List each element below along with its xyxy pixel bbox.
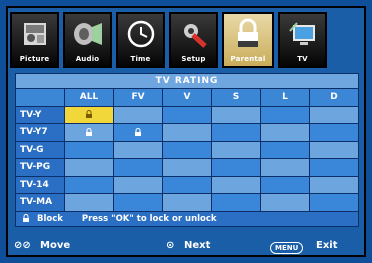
rating-cell[interactable]: [162, 175, 212, 194]
picture-icon: [18, 17, 52, 51]
tab-setup[interactable]: Setup: [169, 12, 218, 68]
tv-icon: [286, 17, 320, 51]
row-label: TV-G: [15, 140, 65, 159]
tab-parental[interactable]: Parental: [222, 12, 274, 68]
rating-cell[interactable]: [113, 193, 163, 212]
tab-label: Audio: [75, 55, 100, 63]
row-label: TV-14: [15, 175, 65, 194]
lock-icon: [86, 110, 92, 119]
rating-cell[interactable]: [309, 123, 359, 142]
legend-block: Block: [36, 213, 63, 224]
rating-cell[interactable]: [64, 175, 114, 194]
rating-cell[interactable]: [260, 193, 310, 212]
column-header: ALL: [64, 88, 114, 107]
rating-cell[interactable]: [64, 105, 114, 124]
rating-cell[interactable]: [309, 175, 359, 194]
rating-cell[interactable]: [113, 123, 163, 142]
setup-icon: [177, 17, 211, 51]
tab-time[interactable]: Time: [116, 12, 165, 68]
rating-cell[interactable]: [211, 175, 261, 194]
header-corner: [15, 88, 65, 107]
ok-key-icon: ⊙: [166, 240, 175, 251]
rating-cell[interactable]: [64, 193, 114, 212]
table-row: TV-PG: [15, 158, 359, 177]
legend-row: Block Press "OK" to lock or unlock: [15, 210, 359, 227]
column-header: FV: [113, 88, 163, 107]
rating-cell[interactable]: [309, 193, 359, 212]
table-row: TV-14: [15, 175, 359, 194]
rating-cell[interactable]: [309, 140, 359, 159]
lock-icon: [231, 17, 265, 51]
rating-cell[interactable]: [309, 158, 359, 177]
column-header: S: [211, 88, 261, 107]
tab-bar: Picture Audio Time Setup Parental TV: [10, 12, 364, 68]
tab-picture[interactable]: Picture: [10, 12, 59, 68]
rating-cell[interactable]: [260, 175, 310, 194]
column-header: D: [309, 88, 359, 107]
rating-cell[interactable]: [113, 158, 163, 177]
tab-label: Parental: [230, 55, 266, 63]
menu-key-icon: MENU: [270, 242, 304, 254]
rating-cell[interactable]: [211, 193, 261, 212]
audio-icon: [71, 17, 105, 51]
rating-cell[interactable]: [162, 193, 212, 212]
rating-cell[interactable]: [260, 123, 310, 142]
tab-label: Setup: [181, 55, 206, 63]
rating-cell[interactable]: [162, 105, 212, 124]
column-header: V: [162, 88, 212, 107]
rating-cell[interactable]: [64, 140, 114, 159]
rating-cell[interactable]: [260, 158, 310, 177]
lock-icon: [135, 127, 141, 136]
rating-cell[interactable]: [162, 123, 212, 142]
nav-exit: Exit: [316, 240, 338, 251]
tab-label: Time: [130, 55, 151, 63]
rating-cell[interactable]: [162, 140, 212, 159]
row-label: TV-Y7: [15, 123, 65, 142]
row-label: TV-MA: [15, 193, 65, 212]
move-arrows-icon: ⊘⊘: [14, 240, 31, 251]
table-row: TV-MA: [15, 193, 359, 212]
rating-cell[interactable]: [260, 140, 310, 159]
rating-cell[interactable]: [211, 140, 261, 159]
rating-cell[interactable]: [211, 123, 261, 142]
rating-cell[interactable]: [309, 105, 359, 124]
rating-cell[interactable]: [113, 140, 163, 159]
table-row: TV-Y: [15, 105, 359, 124]
column-header: L: [260, 88, 310, 107]
rating-cell[interactable]: [162, 158, 212, 177]
rating-cell[interactable]: [211, 105, 261, 124]
tab-label: TV: [297, 55, 308, 63]
lock-icon: [86, 127, 92, 136]
rating-cell[interactable]: [113, 105, 163, 124]
row-label: TV-PG: [15, 158, 65, 177]
table-row: TV-Y7: [15, 123, 359, 142]
rating-cell[interactable]: [113, 175, 163, 194]
nav-move: Move: [40, 240, 71, 251]
tab-label: Picture: [19, 55, 50, 63]
rating-cell[interactable]: [260, 105, 310, 124]
rating-cell[interactable]: [64, 123, 114, 142]
table-row: TV-G: [15, 140, 359, 159]
table-title: TV RATING: [15, 73, 359, 89]
tab-audio[interactable]: Audio: [63, 12, 112, 68]
legend-hint: Press "OK" to lock or unlock: [81, 213, 217, 224]
clock-icon: [124, 17, 158, 51]
bottom-nav: ⊘⊘ Move ⊙ Next MENU Exit: [10, 240, 362, 256]
rating-cell[interactable]: [211, 158, 261, 177]
row-label: TV-Y: [15, 105, 65, 124]
lock-icon: [23, 214, 29, 222]
rating-cell[interactable]: [64, 158, 114, 177]
rating-grid: TV RATING ALL FV V S L D TV-Y TV-Y7 TV-G TV…: [15, 73, 359, 227]
nav-next: Next: [184, 240, 211, 251]
tab-tv[interactable]: TV: [278, 12, 327, 68]
